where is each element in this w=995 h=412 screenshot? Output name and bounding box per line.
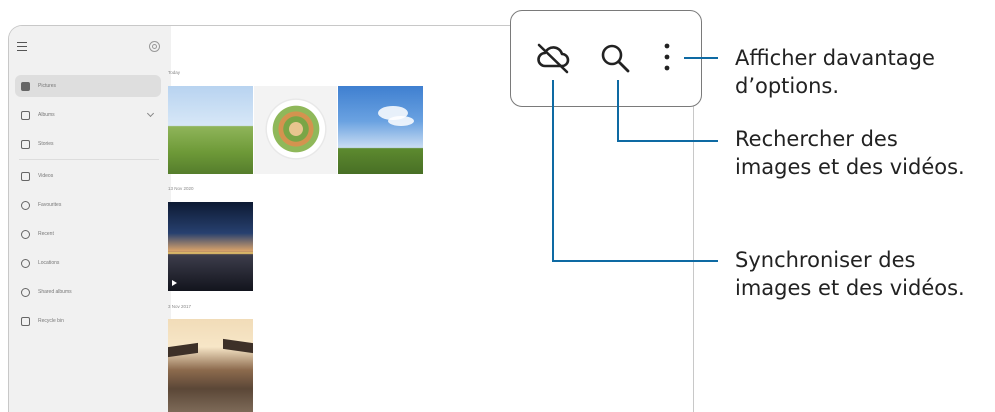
photo-thumbnail[interactable]: [338, 86, 423, 174]
leader-line-search: [617, 80, 619, 142]
leader-line-search: [617, 140, 718, 142]
callout-text: images et des vidéos.: [735, 155, 965, 179]
leader-line-sync: [552, 80, 554, 262]
callout-text: Synchroniser des: [735, 248, 916, 272]
callout-sync: Synchroniser des images et des vidéos.: [735, 246, 965, 302]
sidebar-divider: [19, 159, 159, 160]
trash-icon: [21, 316, 30, 326]
clock-icon: [21, 229, 30, 239]
sidebar: Pictures Albums Stories Videos Favourite…: [9, 26, 171, 412]
album-icon: [21, 110, 30, 120]
callout-search: Rechercher des images et des vidéos.: [735, 125, 965, 181]
sidebar-item-recent[interactable]: Recent: [15, 223, 161, 245]
callout-more-options: Afficher davantage d’options.: [735, 44, 935, 100]
stories-icon: [21, 139, 30, 149]
section-date: 13 Nov 2020: [168, 186, 194, 191]
cloud-off-icon[interactable]: [536, 42, 570, 74]
sidebar-item-locations[interactable]: Locations: [15, 252, 161, 274]
video-thumbnail[interactable]: [168, 202, 253, 291]
sidebar-item-label: Locations: [38, 260, 60, 266]
image-icon: [21, 81, 30, 91]
callout-text: images et des vidéos.: [735, 276, 965, 300]
video-icon: [21, 171, 30, 181]
sidebar-item-label: Pictures: [38, 83, 57, 89]
photo-thumbnail[interactable]: [254, 86, 337, 174]
shared-icon: [21, 287, 30, 297]
sidebar-item-label: Recycle bin: [38, 318, 64, 324]
more-options-icon[interactable]: [660, 40, 674, 74]
sidebar-item-label: Shared albums: [38, 289, 72, 295]
sidebar-item-videos[interactable]: Videos: [15, 165, 161, 187]
photo-thumbnail[interactable]: [168, 86, 253, 174]
sidebar-item-recycle-bin[interactable]: Recycle bin: [15, 310, 161, 332]
sidebar-item-label: Videos: [38, 173, 54, 179]
chevron-down-icon[interactable]: [146, 109, 155, 118]
leader-line-sync: [552, 260, 718, 262]
sidebar-item-pictures[interactable]: Pictures: [15, 75, 161, 97]
sidebar-item-label: Stories: [38, 141, 54, 147]
section-date: 3 Nov 2017: [168, 304, 192, 309]
search-icon[interactable]: [598, 41, 632, 75]
heart-icon: [21, 200, 30, 210]
sidebar-item-shared-albums[interactable]: Shared albums: [15, 281, 161, 303]
photo-thumbnail[interactable]: [168, 319, 253, 412]
gear-icon[interactable]: [149, 41, 160, 52]
sidebar-item-stories[interactable]: Stories: [15, 133, 161, 155]
callout-text: d’options.: [735, 74, 840, 98]
sidebar-item-label: Albums: [38, 112, 55, 118]
sidebar-item-label: Favourites: [38, 202, 62, 208]
sidebar-item-favourites[interactable]: Favourites: [15, 194, 161, 216]
section-date: Today: [168, 70, 181, 75]
play-icon: [172, 280, 177, 286]
sidebar-item-label: Recent: [38, 231, 54, 237]
callout-text: Afficher davantage: [735, 46, 935, 70]
location-icon: [21, 258, 30, 268]
callout-text: Rechercher des: [735, 127, 898, 151]
sidebar-item-albums[interactable]: Albums: [15, 104, 161, 126]
menu-icon[interactable]: [17, 42, 27, 52]
sidebar-header: [9, 38, 171, 58]
leader-line-more: [684, 57, 718, 59]
